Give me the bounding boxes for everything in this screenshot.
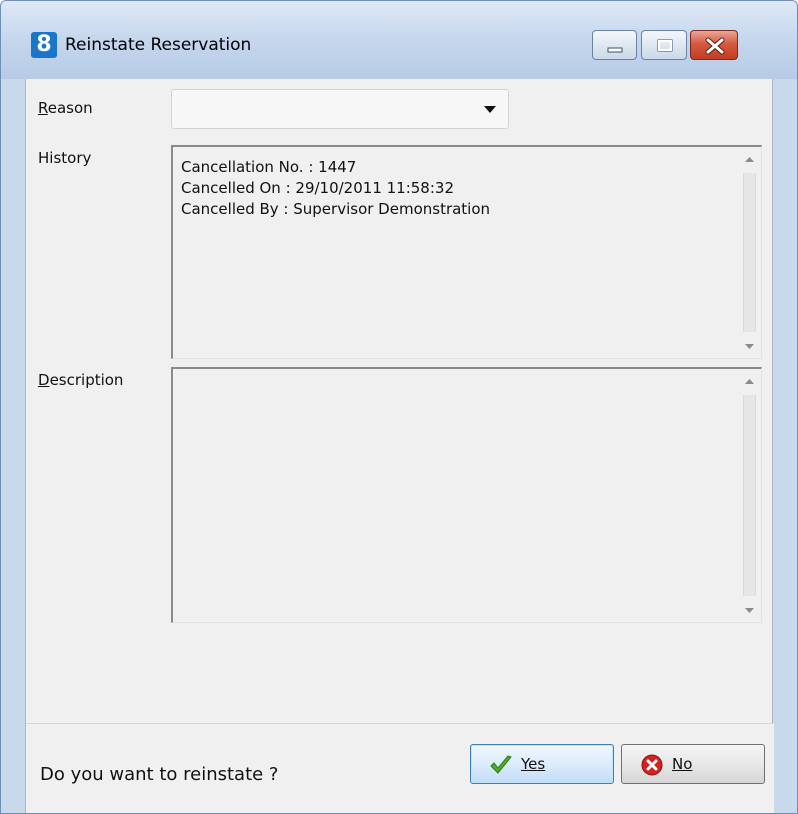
scroll-up-icon[interactable] xyxy=(740,149,759,169)
reason-label-mnemonic: R xyxy=(38,99,48,117)
title-bar[interactable]: 8 Reinstate Reservation xyxy=(1,1,797,79)
minimize-icon xyxy=(607,47,623,53)
yes-button[interactable]: Yes xyxy=(470,744,614,784)
history-memo[interactable]: Cancellation No. : 1447 Cancelled On : 2… xyxy=(171,145,762,359)
yes-label: Yes xyxy=(521,755,545,773)
history-line: Cancelled On : 29/10/2011 11:58:32 xyxy=(181,179,454,197)
scroll-up-icon[interactable] xyxy=(740,371,759,391)
chevron-down-icon xyxy=(484,106,496,113)
no-label: No xyxy=(672,755,692,773)
reinstate-prompt: Do you want to reinstate ? xyxy=(40,764,279,785)
scroll-down-icon[interactable] xyxy=(740,336,759,356)
description-label-mnemonic: D xyxy=(38,371,50,389)
window-title: Reinstate Reservation xyxy=(65,35,252,55)
description-label-rest: escription xyxy=(49,371,124,389)
checkmark-icon xyxy=(490,755,512,774)
reason-label: Reason xyxy=(38,99,93,117)
scrollbar-track[interactable] xyxy=(743,173,756,332)
app-icon: 8 xyxy=(31,32,57,58)
maximize-button[interactable] xyxy=(641,30,687,60)
no-button[interactable]: No xyxy=(621,744,765,784)
yes-label-text: Yes xyxy=(521,755,546,773)
no-label-text: No xyxy=(672,755,693,773)
description-memo[interactable] xyxy=(171,367,762,623)
history-scrollbar[interactable] xyxy=(740,149,759,356)
dialog-body: Reason History Cancellation No. : 1447 C… xyxy=(25,79,774,813)
scrollbar-track[interactable] xyxy=(743,395,756,596)
minimize-button[interactable] xyxy=(592,30,637,60)
history-line: Cancelled By : Supervisor Demonstration xyxy=(181,200,491,218)
history-label: History xyxy=(38,149,92,167)
dialog-window: 8 Reinstate Reservation Reason History C… xyxy=(0,0,798,814)
history-line: Cancellation No. : 1447 xyxy=(181,158,357,176)
history-text: Cancellation No. : 1447 Cancelled On : 2… xyxy=(181,157,490,220)
scroll-down-icon[interactable] xyxy=(740,600,759,620)
reason-dropdown[interactable] xyxy=(171,89,509,129)
reason-label-rest: eason xyxy=(47,99,93,117)
description-label: Description xyxy=(38,371,123,389)
close-button[interactable] xyxy=(690,30,738,60)
cancel-icon xyxy=(641,754,663,776)
close-icon xyxy=(705,37,725,55)
description-scrollbar[interactable] xyxy=(740,371,759,620)
dialog-footer: Do you want to reinstate ? Yes No xyxy=(26,723,774,813)
maximize-icon xyxy=(657,39,673,52)
